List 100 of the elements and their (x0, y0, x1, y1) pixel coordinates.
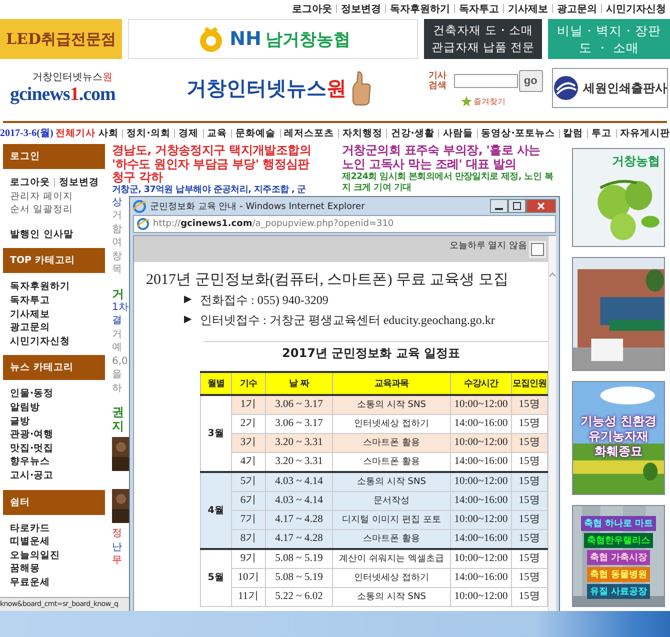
table-cell: 5.22 ~ 6.02 (266, 588, 332, 606)
nav-link[interactable]: 칼럼 (563, 126, 584, 140)
ad-text: 화훼종묘 (594, 444, 642, 459)
sidebar-link[interactable]: 관리자 페이지 (10, 190, 105, 204)
sidebar-link[interactable]: 고시·공고 (10, 468, 105, 482)
maximize-button[interactable] (508, 199, 526, 213)
browser-icon (133, 200, 146, 212)
sidebar-link[interactable]: 오늘의일진 (10, 548, 105, 562)
sidebar-heading: 뉴스 카테고리 (3, 355, 105, 380)
column-header: 월별 (200, 372, 232, 395)
nav-link[interactable]: 투고 (592, 126, 612, 140)
nav-link[interactable]: 동영상·포토뉴스 (481, 126, 555, 140)
table-title: 2017년 군민정보화 교육 일정표 (281, 345, 461, 362)
top-link[interactable]: 정보변경 (341, 2, 381, 16)
table-cell: 10:00~12:00 (450, 549, 512, 568)
nav-link[interactable]: 사회 (98, 126, 118, 140)
nav-link[interactable]: 자유게시판 (620, 126, 670, 140)
thumbs-up-icon (350, 70, 372, 106)
sidebar-link[interactable]: 향우뉴스 (10, 455, 105, 469)
headline-link[interactable]: 경남도, 거창송정지구 택지개발조합의 '하수도 원인자 부담금 부당' 행정심판 청구 각하 (112, 144, 330, 184)
sidebar-link[interactable]: 독자후원하기 (10, 280, 105, 294)
nav-link[interactable]: 사람들 (442, 126, 473, 140)
table-cell: 3.20 ~ 3.31 (266, 434, 332, 452)
subtitle-link[interactable]: 거창군, 37억원 납부해야 준공처리, 지주조합 , 군 (112, 184, 330, 196)
table-cell: 스마트폰 활용 (332, 434, 450, 452)
nav-link[interactable]: 자치행정 (342, 126, 382, 140)
bullet-icon: ▶ (184, 291, 192, 309)
materials-ad[interactable]: 건축자재 도・소매 관급자재 납품 전문 (424, 19, 542, 59)
bookmark-link[interactable]: 즐겨찾기 (474, 96, 506, 106)
partial-text: 예 (112, 341, 123, 354)
ad-banner[interactable]: 축협 하나로 마트 축협한우랠리스 축협 가축시장 축협 동물병원 유질 사료공장 (572, 505, 665, 607)
maximize-icon (513, 202, 521, 210)
sidebar-link[interactable]: 정보변경 (59, 176, 99, 190)
sidebar-link[interactable]: 순서 일괄정리 (10, 203, 105, 217)
top-link[interactable]: 시민기자신청 (606, 2, 666, 16)
nh-ad[interactable]: NH 남거창농협 (128, 19, 418, 59)
column-header: 모집인원 (512, 372, 548, 395)
table-cell: 5월 (200, 549, 232, 606)
top-link[interactable]: 광고문의 (557, 2, 597, 16)
column-header: 기수 (232, 372, 266, 395)
ad-text: 유질 사료공장 (586, 584, 650, 599)
nav-link[interactable]: 문화예술 (236, 126, 276, 140)
sidebar-link[interactable]: 글방 (10, 414, 105, 428)
nav-link[interactable]: 경제 (178, 126, 199, 140)
partial-text: 을 (112, 368, 123, 382)
sidebar-link[interactable]: 띠별운세 (10, 535, 105, 549)
sidebar-link[interactable]: 광고문의 (10, 321, 105, 335)
top-link[interactable]: 독자후원하기 (390, 2, 450, 16)
top-link[interactable]: 독자투고 (459, 2, 499, 16)
top-link[interactable]: 로그아웃 (292, 2, 332, 16)
sidebar-link[interactable]: 관광·여행 (10, 428, 105, 442)
sidebar-heading: TOP 카테고리 (3, 248, 105, 274)
search-button[interactable]: go (518, 70, 543, 92)
notice-text: 전화접수 : 055) 940-3209 (200, 292, 328, 309)
top-link[interactable]: 기사제보 (508, 2, 548, 16)
column-header: 교육과목 (332, 372, 450, 395)
close-button[interactable] (526, 199, 556, 213)
scroll-up-icon[interactable] (549, 272, 556, 277)
table-cell: 5.08 ~ 5.19 (266, 568, 332, 588)
sidebar-link[interactable]: 꿈해몽 (10, 562, 105, 576)
nav-link[interactable]: 레저스포츠 (284, 126, 334, 140)
table-cell: 10:00~12:00 (450, 588, 512, 606)
site-title: 거창인터넷뉴스원 (186, 74, 346, 102)
search-label: 기사 검색 (428, 70, 448, 90)
column-header: 날 짜 (266, 372, 332, 395)
sidebar-link[interactable]: 인물·동정 (10, 387, 105, 401)
table-cell: 3기 (232, 434, 266, 452)
ad-text: 축협 가축시장 (586, 550, 650, 565)
sidebar-link[interactable]: 맛집·멋집 (10, 442, 105, 456)
dismiss-checkbox[interactable] (531, 242, 544, 256)
partial-text: 함 (112, 222, 123, 236)
site-logo[interactable]: 거창인터넷뉴스원 gcinews1.com (0, 70, 126, 106)
sidebar-link[interactable]: 시민기자신청 (10, 334, 105, 348)
sidebar-heading: 쉼터 (3, 490, 105, 514)
sidebar-link[interactable]: 독자투고 (10, 294, 105, 308)
sidebar-link[interactable]: 발행인 인사말 (10, 228, 105, 242)
dismiss-label: 오늘하루 열지 않음 (449, 240, 527, 252)
nav-link[interactable]: 전체기사 (55, 126, 96, 140)
ad-text: 유기농자재 (588, 429, 648, 444)
partial-text: 결 (112, 314, 123, 328)
partial-text: 지 (112, 419, 125, 433)
sidebar-link[interactable]: 기사제보 (10, 308, 105, 322)
sidebar-link[interactable]: 타로카드 (10, 522, 105, 536)
partial-text: 권 (112, 405, 125, 419)
led-ad[interactable]: LED취급전문점 (0, 19, 122, 59)
search-field[interactable] (454, 74, 518, 88)
print-shop-ad[interactable]: 세원인쇄출판사 (552, 68, 668, 108)
window-title: 군민정보화 교육 안내 - Windows Internet Explorer (150, 200, 365, 212)
headline-link[interactable]: 거창군의회 표주숙 부의장, '홀로 사는 노인 고독사 막는 조례' 대표 발의 (342, 144, 560, 171)
table-cell: 소통의 시작 SNS (332, 395, 450, 414)
nav-link[interactable]: 건강·생활 (390, 126, 434, 140)
nav-link[interactable]: 정치·의회 (126, 126, 170, 140)
minimize-button[interactable] (490, 199, 508, 213)
partial-text: 6,0 (112, 354, 129, 368)
subtitle-link[interactable]: 제224회 임시회 본회의에서 만장일치로 제정, 노인 복지 크게 기여 기대 (342, 172, 560, 194)
sidebar-link[interactable]: 알림방 (10, 400, 105, 415)
sidebar-link[interactable]: 로그아웃 (10, 176, 50, 190)
nav-link[interactable]: 교육 (207, 126, 228, 140)
address-bar[interactable]: http://gcinews1.com/a_popupview.php?openid=310 (133, 215, 556, 233)
sidebar-link[interactable]: 무료운세 (10, 576, 105, 590)
